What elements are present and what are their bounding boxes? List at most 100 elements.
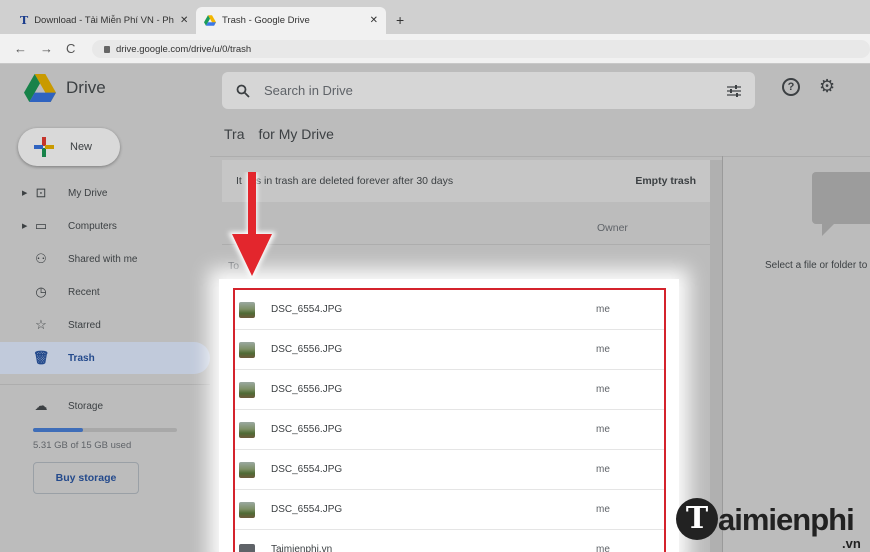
file-name: DSC_6554.JPG xyxy=(271,504,343,515)
search-options-icon[interactable] xyxy=(727,84,741,97)
browser-tab-strip: T Download - Tải Miễn Phí VN - Ph ✕ Tras… xyxy=(0,0,870,34)
storage-quota-bar xyxy=(33,428,177,432)
details-empty-text: Select a file or folder to xyxy=(765,260,868,271)
trash-icon: 🗑 xyxy=(32,350,50,365)
sidebar-item-trash[interactable]: 🗑 Trash xyxy=(0,342,210,374)
sidebar-item-label: My Drive xyxy=(68,187,108,199)
file-owner: me xyxy=(596,544,610,552)
watermark-logo-icon: T xyxy=(676,498,718,540)
details-placeholder-icon-tail xyxy=(822,222,836,236)
details-divider xyxy=(722,156,723,552)
file-row[interactable]: DSC_6554.JPG me xyxy=(235,450,664,490)
page-title[interactable]: Tra for My Drive xyxy=(224,126,334,142)
sidebar-item-computers[interactable]: ▶ ▭ Computers xyxy=(0,210,210,242)
image-thumbnail-icon xyxy=(239,341,255,358)
file-owner: me xyxy=(596,344,610,355)
red-arrow-annotation xyxy=(228,172,276,280)
taimienphi-watermark: T aimienphi .vn xyxy=(676,496,870,552)
file-name: Taimienphi.vn xyxy=(271,544,333,552)
sidebar-item-label: Computers xyxy=(68,220,117,232)
file-row[interactable]: DSC_6556.JPG me xyxy=(235,370,664,410)
drive-logo[interactable]: Drive xyxy=(24,74,106,102)
sidebar-divider xyxy=(0,384,210,385)
sidebar-item-label: Shared with me xyxy=(68,253,138,265)
browser-toolbar: ← → C drive.google.com/drive/u/0/trash xyxy=(0,34,870,64)
page-title-start: Tra xyxy=(224,126,245,142)
browser-tab-trash[interactable]: Trash - Google Drive ✕ xyxy=(196,7,386,34)
image-thumbnail-icon xyxy=(239,301,255,318)
shared-icon: ⚇ xyxy=(35,251,47,266)
lock-icon xyxy=(104,45,110,53)
new-button-label: New xyxy=(70,141,93,153)
watermark-suffix: .vn xyxy=(842,536,861,551)
empty-trash-button[interactable]: Empty trash xyxy=(635,175,696,187)
forward-icon[interactable]: → xyxy=(40,41,53,56)
expand-arrow-icon[interactable]: ▶ xyxy=(22,189,27,197)
browser-tab-download[interactable]: T Download - Tải Miễn Phí VN - Ph ✕ xyxy=(12,7,196,34)
new-tab-button[interactable]: + xyxy=(396,12,404,28)
file-name: DSC_6556.JPG xyxy=(271,424,343,435)
sidebar-item-label: Storage xyxy=(68,400,104,412)
sidebar-item-starred[interactable]: ☆ Starred xyxy=(0,309,210,341)
close-tab-icon[interactable]: ✕ xyxy=(180,15,188,26)
search-icon[interactable] xyxy=(236,84,250,98)
file-name: DSC_6556.JPG xyxy=(271,344,343,355)
settings-gear-icon[interactable]: ⚙ xyxy=(819,76,835,97)
header-divider xyxy=(210,156,870,157)
file-owner: me xyxy=(596,464,610,475)
search-bar[interactable]: Search in Drive xyxy=(222,72,755,109)
trash-notice-banner: It s in trash are deleted forever after 3… xyxy=(222,160,710,202)
new-button[interactable]: New xyxy=(18,128,120,166)
sidebar-item-storage[interactable]: ☁ Storage xyxy=(0,390,210,422)
image-thumbnail-icon xyxy=(239,381,255,398)
owner-column-header[interactable]: Owner xyxy=(597,222,628,234)
back-icon[interactable]: ← xyxy=(14,41,27,56)
app-name: Drive xyxy=(66,78,106,97)
file-owner: me xyxy=(596,304,610,315)
file-owner: me xyxy=(596,424,610,435)
sidebar-item-shared[interactable]: ⚇ Shared with me xyxy=(0,243,210,275)
storage-usage-text: 5.31 GB of 15 GB used xyxy=(33,440,132,451)
file-row[interactable]: DSC_6556.JPG me xyxy=(235,410,664,450)
expand-arrow-icon[interactable]: ▶ xyxy=(22,222,27,230)
notice-text-end: s in trash are deleted forever after 30 … xyxy=(255,175,454,187)
file-row[interactable]: Taimienphi.vn me xyxy=(235,530,664,552)
drive-logo-icon xyxy=(24,74,56,102)
address-bar[interactable]: drive.google.com/drive/u/0/trash xyxy=(92,40,870,58)
url-text: drive.google.com/drive/u/0/trash xyxy=(116,43,252,55)
taimienphi-favicon: T xyxy=(20,14,29,27)
drive-favicon xyxy=(204,15,216,26)
cloud-icon: ☁ xyxy=(34,398,48,413)
tab-title: Download - Tải Miễn Phí VN - Ph xyxy=(34,15,174,26)
search-input[interactable]: Search in Drive xyxy=(264,83,353,98)
close-tab-icon[interactable]: ✕ xyxy=(370,15,378,26)
clock-icon: ◷ xyxy=(35,284,47,299)
sidebar-item-label: Trash xyxy=(68,352,95,364)
page-title-end: for My Drive xyxy=(258,126,334,142)
file-row[interactable]: DSC_6554.JPG me xyxy=(235,290,664,330)
buy-storage-button[interactable]: Buy storage xyxy=(33,462,139,494)
file-owner: me xyxy=(596,384,610,395)
sidebar-item-my-drive[interactable]: ▶ ⊡ My Drive xyxy=(0,177,210,209)
image-thumbnail-icon xyxy=(239,461,255,478)
file-row[interactable]: DSC_6556.JPG me xyxy=(235,330,664,370)
image-thumbnail-icon xyxy=(239,421,255,438)
details-placeholder-icon xyxy=(812,172,870,224)
my-drive-icon: ⊡ xyxy=(35,185,47,200)
reload-icon[interactable]: C xyxy=(66,41,75,56)
file-name: DSC_6554.JPG xyxy=(271,464,343,475)
file-name: DSC_6556.JPG xyxy=(271,384,343,395)
file-owner: me xyxy=(596,504,610,515)
file-name: DSC_6554.JPG xyxy=(271,304,343,315)
highlighted-file-list: DSC_6554.JPG me DSC_6556.JPG me DSC_6556… xyxy=(233,288,666,552)
folder-icon xyxy=(239,543,255,552)
sidebar-item-recent[interactable]: ◷ Recent xyxy=(0,276,210,308)
scrollbar[interactable] xyxy=(710,160,722,552)
tab-title: Trash - Google Drive xyxy=(222,15,310,26)
image-thumbnail-icon xyxy=(239,501,255,518)
help-icon[interactable]: ? xyxy=(782,78,800,96)
drive-app: Drive Search in Drive ? ⚙ New ▶ ⊡ My Dri… xyxy=(0,64,870,552)
sidebar-item-label: Starred xyxy=(68,319,101,331)
storage-quota-fill xyxy=(33,428,84,432)
file-row[interactable]: DSC_6554.JPG me xyxy=(235,490,664,530)
